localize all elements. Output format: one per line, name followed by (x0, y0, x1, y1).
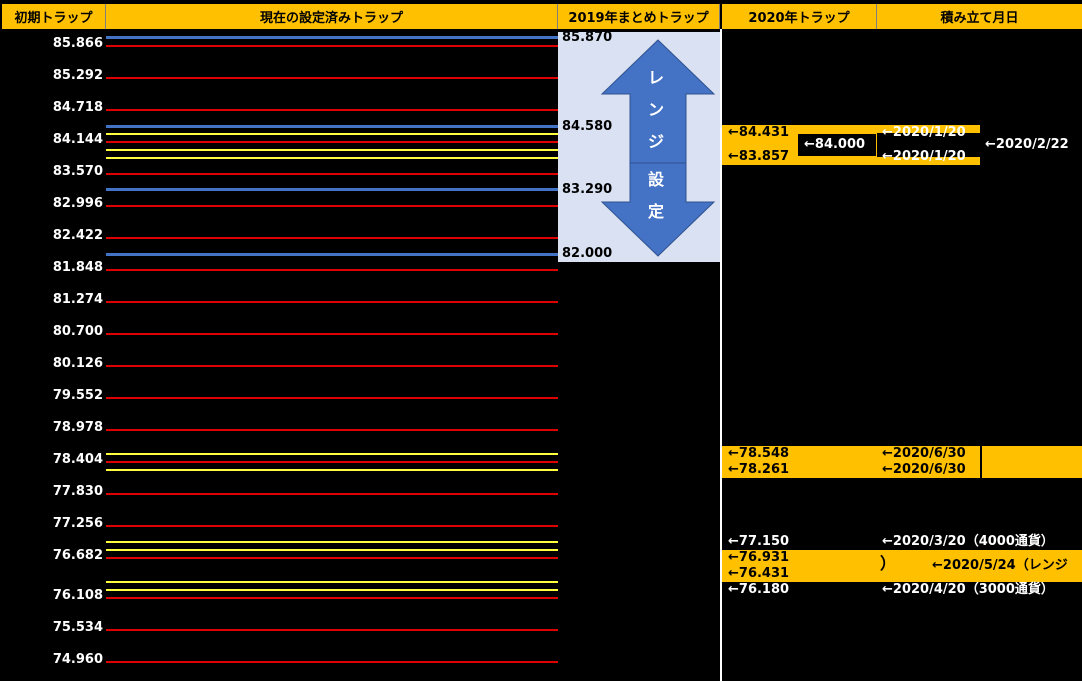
trap-red-line (106, 397, 558, 399)
trap-red-line (106, 493, 558, 495)
trap-red-line (106, 661, 558, 663)
trap-yellow-line (106, 541, 558, 543)
header-2020-traps: 2020年トラップ (722, 4, 877, 29)
initial-level-label: 80.126 (52, 356, 103, 371)
trap-yellow-line (106, 133, 558, 135)
trap-yellow-line (106, 149, 558, 151)
header-2019-traps: 2019年まとめトラップ (558, 4, 720, 29)
band-divider (980, 446, 982, 478)
trap-2020: ←76.180 (728, 582, 790, 597)
initial-level-label: 82.996 (52, 196, 103, 211)
initial-level-label: 77.830 (52, 484, 103, 499)
initial-level-label: 85.292 (52, 68, 103, 83)
trap-red-line (106, 461, 558, 463)
header-initial-traps: 初期トラップ (2, 4, 106, 29)
arrow-char: ン (648, 100, 665, 119)
trap-red-line (106, 333, 558, 335)
trap-2020-mid: ←84.000 (804, 137, 866, 152)
initial-level-label: 74.960 (52, 652, 103, 667)
date-label: ←2020/6/30 (882, 462, 966, 477)
trap-red-line (106, 173, 558, 175)
trap-red-line (106, 629, 558, 631)
range-line-4 (106, 253, 558, 256)
initial-level-label: 85.866 (52, 36, 103, 51)
arrow-char: 定 (648, 202, 665, 221)
arrow-char: レ (648, 68, 665, 87)
initial-level-label: 76.682 (52, 548, 103, 563)
initial-level-label: 81.848 (52, 260, 103, 275)
initial-level-label: 83.570 (52, 164, 103, 179)
trap-2020: ←84.431 (728, 125, 790, 140)
initial-level-label: 78.404 (52, 452, 103, 467)
trap-yellow-line (106, 157, 558, 159)
arrow-char: 設 (648, 170, 665, 189)
trap-red-line (106, 365, 558, 367)
initial-level-label: 77.256 (52, 516, 103, 531)
trap-2020: ←76.431 (728, 566, 790, 581)
trap-2020: ←76.931 (728, 550, 790, 565)
trap-yellow-line (106, 549, 558, 551)
trap-red-line (106, 141, 558, 143)
trap-yellow-line (106, 453, 558, 455)
trap-yellow-line (106, 469, 558, 471)
date-label: ←2020/4/20（3000通貨） (882, 582, 1054, 597)
trap-2020: ←78.548 (728, 446, 790, 461)
date-label: ←2020/1/20 (882, 125, 966, 140)
header-current-traps: 現在の設定済みトラップ (106, 4, 558, 29)
range-line-3 (106, 188, 558, 191)
trap-red-line (106, 237, 558, 239)
initial-level-label: 81.274 (52, 292, 103, 307)
date-label: ←2020/2/22 (985, 137, 1069, 152)
date-label: ←2020/1/20 (882, 149, 966, 164)
initial-level-label: 78.978 (52, 420, 103, 435)
date-label: ←2020/3/20（4000通貨） (882, 534, 1054, 549)
trap-red-line (106, 269, 558, 271)
date-label: ←2020/6/30 (882, 446, 966, 461)
range-line-1 (106, 36, 558, 39)
initial-level-label: 75.534 (52, 620, 103, 635)
initial-level-label: 82.422 (52, 228, 103, 243)
trap-2020: ←77.150 (728, 534, 790, 549)
trap-red-line (106, 429, 558, 431)
trap-red-line (106, 109, 558, 111)
initial-level-label: 84.144 (52, 132, 103, 147)
trap-yellow-line (106, 589, 558, 591)
range-line-2 (106, 125, 558, 128)
trap-yellow-line (106, 581, 558, 583)
trap-red-line (106, 525, 558, 527)
trap-red-line (106, 45, 558, 47)
trap-2020: ←78.261 (728, 462, 790, 477)
trap-2020: ←83.857 (728, 149, 790, 164)
date-label: ←2020/5/24（レンジ (932, 558, 1068, 573)
header-accumulation-date: 積み立て月日 (877, 4, 1082, 29)
trap-red-line (106, 205, 558, 207)
trap-red-line (106, 597, 558, 599)
trap-red-line (106, 77, 558, 79)
trap-red-line (106, 557, 558, 559)
initial-level-label: 79.552 (52, 388, 103, 403)
initial-level-label: 84.718 (52, 100, 103, 115)
initial-level-label: 76.108 (52, 588, 103, 603)
trap-red-line (106, 301, 558, 303)
arrow-char: ジ (648, 132, 665, 151)
initial-level-label: 80.700 (52, 324, 103, 339)
date-bracket: ） (880, 554, 897, 573)
